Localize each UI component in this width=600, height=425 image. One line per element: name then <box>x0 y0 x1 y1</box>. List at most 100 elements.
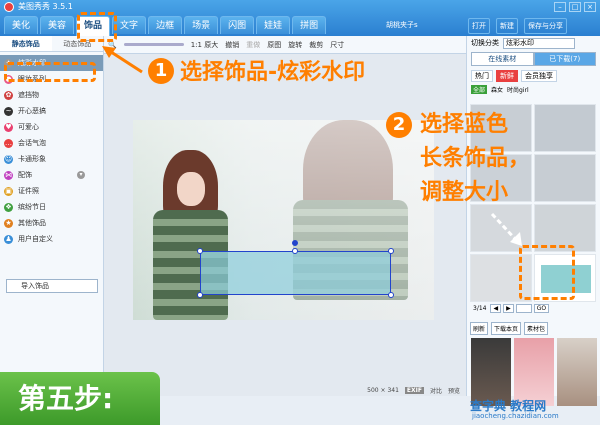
tag-hot[interactable]: 热门 <box>471 70 493 82</box>
save-share-button[interactable]: 保存与分享 <box>524 18 567 34</box>
tab-downloaded[interactable]: 已下载(7) <box>533 52 596 66</box>
rotate-handle[interactable] <box>292 240 298 246</box>
resize-handle[interactable] <box>197 248 203 254</box>
tab-beauty[interactable]: 美容 <box>40 16 75 34</box>
original-image-button[interactable]: 原图 <box>267 40 281 50</box>
ad-thumb[interactable] <box>557 338 597 406</box>
tab-online-materials[interactable]: 在线素材 <box>471 52 534 66</box>
prev-page-button[interactable]: ◀ <box>490 304 502 313</box>
tag-new[interactable]: 新鲜 <box>496 70 518 82</box>
arrow-icon <box>102 46 143 74</box>
new-button[interactable]: 新建 <box>496 18 518 34</box>
maximize-button[interactable]: □ <box>569 2 581 12</box>
bow-icon: ⋈ <box>4 171 13 180</box>
category-switcher: 切换分类 炫彩水印 <box>467 36 600 50</box>
main-tabs: 美化 美容 饰品 文字 边框 场景 闪图 娃娃 拼图 <box>4 16 327 36</box>
image-dimensions: 500 × 341 <box>367 386 399 394</box>
material-pack-button[interactable]: 素材包 <box>524 322 549 335</box>
switch-label: 切换分类 <box>471 39 499 47</box>
tab-beautify[interactable]: 美化 <box>4 16 39 34</box>
material-thumb[interactable] <box>534 154 596 202</box>
compare-button[interactable]: 对比 <box>430 386 442 395</box>
size-button[interactable]: 尺寸 <box>330 40 344 50</box>
left-panel: 静态饰品 动态饰品 ✦ 炫彩水印 ● 眼妆系列 ✿ 遮挡物 ~ 开心恶搞 ♥ 可爱心 … 会… <box>0 36 104 396</box>
material-thumb[interactable] <box>534 104 596 152</box>
resize-handle[interactable] <box>197 292 203 298</box>
category-item-custom[interactable]: ♟ 用户自定义 <box>0 231 103 247</box>
category-label: 卡通形象 <box>18 155 46 163</box>
category-item-other[interactable]: ★ 其他饰品 <box>0 215 103 231</box>
refresh-button[interactable]: 刷新 <box>470 322 489 335</box>
toolbar: 🔍 1:1 原大 撤销 重做 原图 旋转 裁剪 尺寸 <box>104 36 466 54</box>
heart-icon: ♥ <box>4 123 13 132</box>
tag-forest[interactable]: 森女 <box>491 85 503 94</box>
redo-button[interactable]: 重做 <box>246 40 260 50</box>
zoom-original-button[interactable]: 1:1 原大 <box>191 40 219 50</box>
step2-instruction-3: 调整大小 <box>420 180 509 205</box>
exif-badge[interactable]: EXIF <box>404 386 424 394</box>
minimize-button[interactable]: – <box>554 2 566 12</box>
resize-handle[interactable] <box>292 248 298 254</box>
download-page-button[interactable]: 下载本页 <box>491 322 522 335</box>
user-icon: ♟ <box>4 235 13 244</box>
rotate-button[interactable]: 旋转 <box>288 40 302 50</box>
highlight-blue-bar-thumb <box>519 245 575 300</box>
flower-icon: ✿ <box>4 91 13 100</box>
next-page-button[interactable]: ▶ <box>503 304 514 313</box>
tab-collage[interactable]: 拼图 <box>292 16 327 34</box>
preview-button[interactable]: 预览 <box>448 386 460 395</box>
tab-flash[interactable]: 闪图 <box>220 16 255 34</box>
app-title: 美图秀秀 3.5.1 <box>18 2 73 11</box>
tab-scene[interactable]: 场景 <box>184 16 219 34</box>
undo-button[interactable]: 撤销 <box>225 40 239 50</box>
tab-frame[interactable]: 边框 <box>148 16 183 34</box>
window-controls: – □ × <box>554 2 596 12</box>
category-item-cover[interactable]: ✿ 遮挡物 <box>0 87 103 103</box>
resize-handle[interactable] <box>388 292 394 298</box>
category-label: 其他饰品 <box>18 219 46 227</box>
tag-vip[interactable]: 会员独享 <box>521 70 557 82</box>
step1-instruction: 选择饰品-炫彩水印 <box>180 60 366 85</box>
speech-bubble-icon: … <box>4 139 13 148</box>
category-select[interactable]: 炫彩水印 <box>503 37 575 49</box>
import-accessory-button[interactable]: 导入饰品 <box>6 279 98 293</box>
resize-handle[interactable] <box>388 248 394 254</box>
page-input[interactable] <box>515 304 532 313</box>
category-item-hearts[interactable]: ♥ 可爱心 <box>0 119 103 135</box>
go-button[interactable]: GO <box>533 304 550 313</box>
category-item-holidays[interactable]: ❖ 缤纷节日 <box>0 199 103 215</box>
close-button[interactable]: × <box>584 2 596 12</box>
highlight-accessories-tab <box>77 12 117 42</box>
girl-face <box>177 172 205 206</box>
step2-instruction-1: 选择蓝色 <box>420 112 509 137</box>
ad-thumb[interactable] <box>471 338 511 406</box>
open-button[interactable]: 打开 <box>468 18 490 34</box>
tab-static-accessories[interactable]: 静态饰品 <box>0 36 52 51</box>
crop-button[interactable]: 裁剪 <box>309 40 323 50</box>
gift-icon: ❖ <box>4 203 13 212</box>
category-label: 会话气泡 <box>18 139 46 147</box>
canvas-area <box>104 54 466 396</box>
category-item-decorations[interactable]: ⋈ 配饰 ▾ <box>0 167 103 183</box>
category-item-cartoon[interactable]: ☺ 卡通形象 <box>0 151 103 167</box>
step-number-2: 2 <box>386 112 412 138</box>
user-name[interactable]: 胡桃夹子s <box>386 20 418 30</box>
tab-text[interactable]: 文字 <box>112 16 147 34</box>
category-label: 可爱心 <box>18 123 39 131</box>
category-item-speech-bubbles[interactable]: … 会话气泡 <box>0 135 103 151</box>
cartoon-icon: ☺ <box>4 155 13 164</box>
expand-icon[interactable]: ▾ <box>77 171 85 179</box>
tag-all[interactable]: 全部 <box>471 85 488 94</box>
category-item-funny[interactable]: ~ 开心恶搞 <box>0 103 103 119</box>
tab-doll[interactable]: 娃娃 <box>256 16 291 34</box>
category-label: 开心恶搞 <box>18 107 46 115</box>
star-icon: ★ <box>4 219 13 228</box>
tag-fashion[interactable]: 时尚girl <box>507 85 529 94</box>
category-label: 配饰 <box>18 171 32 179</box>
arrow-icon <box>490 212 522 246</box>
step-number-1: 1 <box>148 58 174 84</box>
category-item-id-photo[interactable]: ▣ 证件照 <box>0 183 103 199</box>
blue-bar-sticker[interactable] <box>200 251 391 295</box>
page-indicator: 3/14 <box>473 305 487 312</box>
ad-thumb[interactable] <box>514 338 554 406</box>
